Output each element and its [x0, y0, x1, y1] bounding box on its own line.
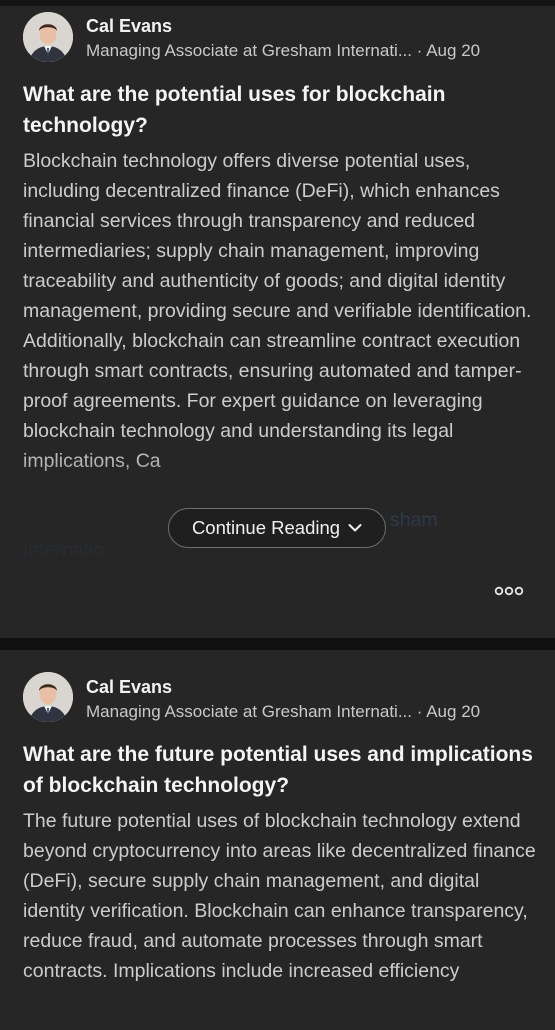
post-title[interactable]: What are the future potential uses and i… — [23, 739, 533, 801]
author-name[interactable]: Cal Evans — [86, 677, 172, 698]
continue-reading-button[interactable]: Continue Reading — [168, 508, 386, 548]
chevron-down-icon — [348, 524, 362, 532]
link-fragment[interactable]: Internatio — [23, 539, 104, 562]
avatar[interactable] — [23, 12, 73, 62]
post-card: Cal Evans Managing Associate at Gresham … — [0, 650, 555, 1030]
meta-separator: · — [416, 41, 423, 60]
more-options-button[interactable] — [493, 581, 525, 601]
post-title[interactable]: What are the potential uses for blockcha… — [23, 79, 533, 141]
link-fragment[interactable]: sham — [390, 509, 438, 532]
author-name[interactable]: Cal Evans — [86, 16, 172, 37]
post-card: Cal Evans Managing Associate at Gresham … — [0, 6, 555, 638]
author-meta: Managing Associate at Gresham Internati.… — [86, 41, 480, 61]
post-date: Aug 20 — [426, 702, 481, 721]
post-body[interactable]: The future potential uses of blockchain … — [23, 806, 538, 1024]
post-body[interactable]: Blockchain technology offers diverse pot… — [23, 146, 538, 566]
post-body-text: The future potential uses of blockchain … — [23, 810, 536, 982]
post-date: Aug 20 — [426, 41, 481, 60]
avatar-image — [23, 12, 73, 62]
more-options-icon — [494, 586, 524, 596]
post-divider — [0, 638, 555, 650]
post-body-text: Blockchain technology offers diverse pot… — [23, 150, 532, 472]
author-meta: Managing Associate at Gresham Internati.… — [86, 702, 480, 722]
continue-reading-label: Continue Reading — [191, 517, 341, 538]
meta-separator: · — [416, 702, 423, 721]
author-headline: Managing Associate at Gresham Internati.… — [86, 41, 413, 60]
avatar-image — [23, 672, 73, 722]
avatar[interactable] — [23, 672, 73, 722]
author-headline: Managing Associate at Gresham Internati.… — [86, 702, 413, 721]
